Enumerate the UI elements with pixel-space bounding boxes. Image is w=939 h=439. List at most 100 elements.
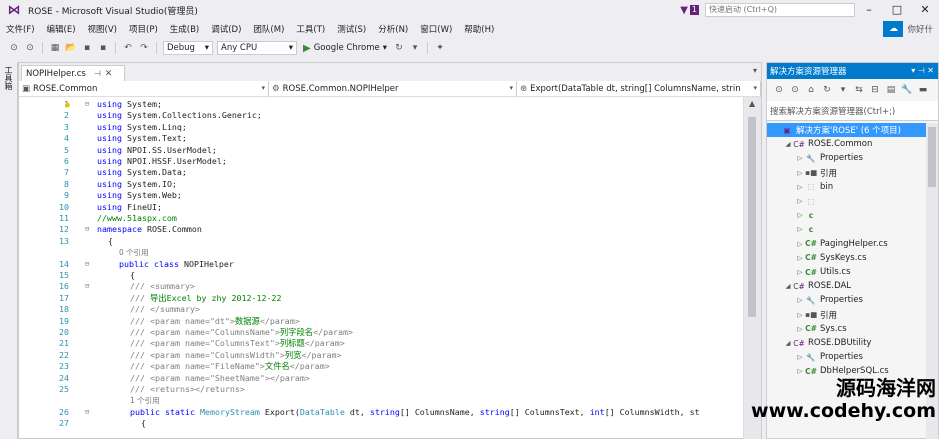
code-line[interactable]: 6 using NPOI.HSSF.UserModel;: [19, 156, 741, 167]
code-line[interactable]: 23 /// <param name="FileName">文件名</param>: [19, 361, 741, 372]
collapse-region-icon[interactable]: ⊟: [85, 407, 93, 418]
back-icon[interactable]: ⊙: [8, 42, 20, 54]
code-line[interactable]: 1 ● ⊟ using System;: [19, 99, 741, 110]
code-line[interactable]: 18 /// </summary>: [19, 304, 741, 315]
tree-item[interactable]: ▷ 🔧 Properties: [767, 350, 926, 364]
collapsed-arrow-icon[interactable]: ▷: [795, 183, 805, 191]
menu-item[interactable]: 视图(V): [82, 23, 123, 35]
tree-item[interactable]: ▷ ⬚: [767, 194, 926, 208]
sync-icon[interactable]: ↻: [821, 84, 833, 96]
menu-item[interactable]: 分析(N): [372, 23, 414, 35]
code-line[interactable]: 13 {: [19, 236, 741, 247]
tree-item[interactable]: ▷ c: [767, 222, 926, 236]
code-line[interactable]: 16 ⊟ /// <summary>: [19, 281, 741, 292]
code-line[interactable]: 11 //www.51aspx.com: [19, 213, 741, 224]
save-all-icon[interactable]: ▪: [97, 42, 109, 54]
lightbulb-icon[interactable]: ●: [65, 99, 70, 110]
collapsed-arrow-icon[interactable]: ▷: [795, 296, 805, 304]
menu-item[interactable]: 工具(T): [290, 23, 331, 35]
collapsed-arrow-icon[interactable]: ▷: [795, 225, 805, 233]
tree-item-project[interactable]: ◢ C# ROSE.Common: [767, 137, 926, 151]
code-line[interactable]: 17 /// 导出Excel by zhy 2012-12-22: [19, 293, 741, 304]
collapsed-arrow-icon[interactable]: ▷: [795, 154, 805, 162]
scrollbar-thumb[interactable]: [928, 127, 936, 187]
toolbox-strip[interactable]: 工具箱: [0, 62, 18, 439]
expanded-arrow-icon[interactable]: ◢: [783, 282, 793, 290]
scroll-up-icon[interactable]: ▲: [749, 99, 755, 108]
menu-item[interactable]: 项目(P): [123, 23, 164, 35]
code-line[interactable]: 1 个引用: [19, 395, 741, 406]
menu-item[interactable]: 团队(M): [247, 23, 290, 35]
code-line[interactable]: 4 using System.Text;: [19, 133, 741, 144]
class-dropdown[interactable]: ⚙ ROSE.Common.NOPIHelper ▾: [269, 81, 517, 97]
code-line[interactable]: 2 using System.Collections.Generic;: [19, 110, 741, 121]
tree-item[interactable]: ▷ c: [767, 208, 926, 222]
refresh-icon[interactable]: ↻: [393, 42, 405, 54]
scrollbar-thumb[interactable]: [748, 117, 756, 317]
tree-item[interactable]: ▷ 🔧 Properties: [767, 151, 926, 165]
tree-item[interactable]: ▷ C# PagingHelper.cs: [767, 237, 926, 251]
notifications-button[interactable]: ▼ 1: [680, 5, 699, 16]
editor-vertical-scrollbar[interactable]: ▲: [743, 97, 761, 439]
menu-item[interactable]: 文件(F): [0, 23, 41, 35]
collapsed-arrow-icon[interactable]: ▷: [795, 311, 805, 319]
menu-item[interactable]: 编辑(E): [41, 23, 82, 35]
code-line[interactable]: 14 ⊟ public class NOPIHelper: [19, 259, 741, 270]
collapsed-arrow-icon[interactable]: ▷: [795, 211, 805, 219]
save-icon[interactable]: ▪: [81, 42, 93, 54]
extension-icon[interactable]: ✦: [434, 42, 446, 54]
platform-select[interactable]: Any CPU ▾: [217, 41, 297, 55]
code-line[interactable]: 22 /// <param name="ColumnsWidth">列宽</par…: [19, 350, 741, 361]
account-area[interactable]: ☁ 你好什: [883, 20, 939, 38]
collapse-region-icon[interactable]: ⊟: [85, 259, 93, 270]
code-line[interactable]: 20 /// <param name="ColumnsName">列字段名</pa…: [19, 327, 741, 338]
menu-item[interactable]: 帮助(H): [458, 23, 500, 35]
menu-item[interactable]: 调试(D): [205, 23, 247, 35]
collapse-region-icon[interactable]: ⊟: [85, 99, 93, 110]
menu-item[interactable]: 窗口(W): [414, 23, 458, 35]
tab-nopihelper[interactable]: NOPIHelper.cs ⊣ ✕: [21, 65, 125, 81]
tree-item[interactable]: ▷ ⬚ bin: [767, 180, 926, 194]
code-line[interactable]: 19 /// <param name="dt">数据源</param>: [19, 316, 741, 327]
code-line[interactable]: 9 using System.Web;: [19, 190, 741, 201]
collapse-all-icon[interactable]: ⊟: [869, 84, 881, 96]
chevron-down-icon[interactable]: ▾: [753, 66, 757, 75]
expanded-arrow-icon[interactable]: ◢: [783, 140, 793, 148]
back-icon[interactable]: ⊙: [773, 84, 785, 96]
properties-wrench-icon[interactable]: 🔧: [901, 84, 913, 96]
forward-icon[interactable]: ⊙: [789, 84, 801, 96]
chevron-down-icon[interactable]: ▾: [409, 42, 421, 54]
collapsed-arrow-icon[interactable]: ▷: [795, 169, 805, 177]
tree-item-project[interactable]: ◢ C# ROSE.DAL: [767, 279, 926, 293]
code-line[interactable]: 21 /// <param name="ColumnsText">列标题</par…: [19, 338, 741, 349]
code-line[interactable]: 24 /// <param name="SheetName"></param>: [19, 373, 741, 384]
home-icon[interactable]: ⌂: [805, 84, 817, 96]
maximize-button[interactable]: □: [883, 0, 911, 20]
collapsed-arrow-icon[interactable]: ▷: [795, 353, 805, 361]
expanded-arrow-icon[interactable]: ◢: [783, 339, 793, 347]
tree-item[interactable]: ▷ 🔧 Properties: [767, 293, 926, 307]
tree-item[interactable]: ▷ C# SysKeys.cs: [767, 251, 926, 265]
close-icon[interactable]: ✕: [105, 69, 113, 79]
minimize-button[interactable]: –: [855, 0, 883, 20]
pin-icon[interactable]: ⊣: [94, 69, 101, 78]
tree-item[interactable]: ▷ C# Utils.cs: [767, 265, 926, 279]
collapsed-arrow-icon[interactable]: ▷: [795, 325, 805, 333]
undo-icon[interactable]: ↶: [122, 42, 134, 54]
code-line[interactable]: 10 using FineUI;: [19, 202, 741, 213]
tree-item[interactable]: ▷ ▪■ 引用: [767, 166, 926, 180]
tree-item-solution[interactable]: ▣ 解决方案'ROSE' (6 个项目): [767, 123, 926, 137]
switch-views-icon[interactable]: ⇆: [853, 84, 865, 96]
collapsed-arrow-icon[interactable]: ▷: [795, 367, 805, 375]
tree-item[interactable]: ▷ C# Sys.cs: [767, 322, 926, 336]
code-area[interactable]: 1 ● ⊟ using System; 2 using System.Collection…: [19, 97, 741, 439]
configuration-select[interactable]: Debug ▾: [163, 41, 213, 55]
open-file-icon[interactable]: 📂: [65, 42, 77, 54]
new-project-icon[interactable]: ▦: [49, 42, 61, 54]
project-dropdown[interactable]: ▣ ROSE.Common ▾: [19, 81, 269, 97]
chevron-down-icon[interactable]: ▾: [837, 84, 849, 96]
pin-icon[interactable]: ▬: [917, 84, 929, 96]
code-line[interactable]: 25 /// <returns></returns>: [19, 384, 741, 395]
menu-item[interactable]: 生成(B): [164, 23, 205, 35]
code-line[interactable]: 8 using System.IO;: [19, 179, 741, 190]
